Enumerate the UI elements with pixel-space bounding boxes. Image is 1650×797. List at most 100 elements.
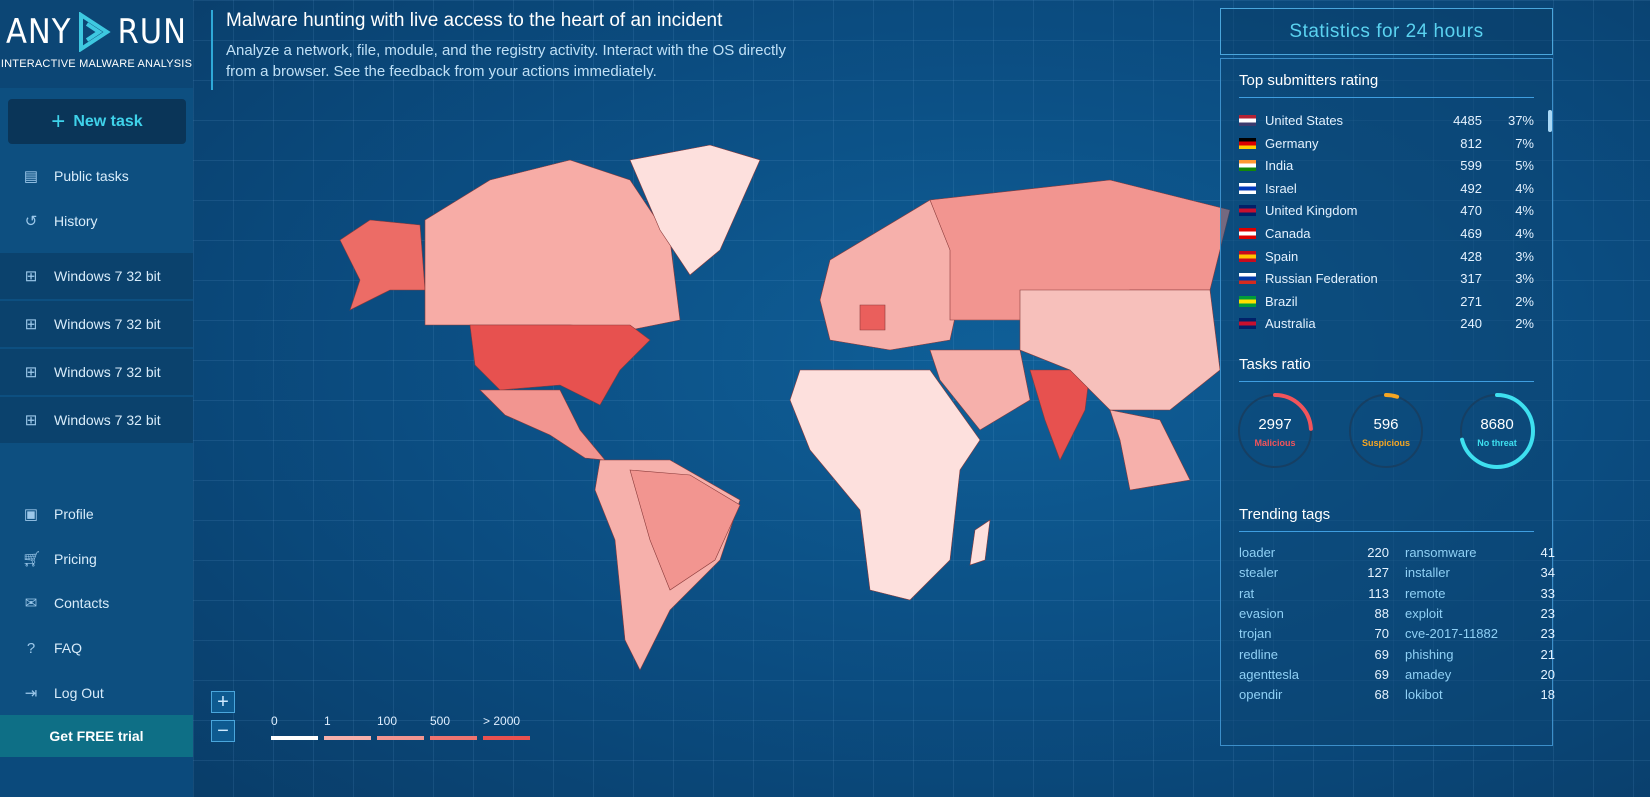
gauge-label: No threat xyxy=(1477,438,1517,448)
submitters-scrollbar[interactable] xyxy=(1548,110,1552,132)
submitter-row[interactable]: United States 4485 37% xyxy=(1239,113,1534,128)
count: 469 xyxy=(1460,226,1482,241)
count: 470 xyxy=(1460,203,1482,219)
submitter-row[interactable]: Spain 428 3% xyxy=(1239,249,1534,264)
map-legend: 0 1 100 500 > 2000 xyxy=(271,714,530,740)
statistics-title: Statistics for 24 hours xyxy=(1220,8,1553,55)
tag-name: loader xyxy=(1239,545,1276,560)
flag-icon xyxy=(1239,205,1256,217)
tag-item[interactable]: cve-2017-11882 23 xyxy=(1405,626,1555,641)
percent: 2% xyxy=(1515,293,1534,309)
tag-item[interactable]: exploit 23 xyxy=(1405,606,1555,621)
tag-item[interactable]: stealer 127 xyxy=(1239,565,1389,580)
ratio-gauge-no-threat: 8680 No threat xyxy=(1458,392,1536,475)
tag-name: amadey xyxy=(1405,666,1452,682)
env-windows-7-4[interactable]: ⊞ Windows 7 32 bit xyxy=(0,397,193,445)
country: Australia xyxy=(1265,316,1316,332)
world-map[interactable] xyxy=(330,140,1230,680)
country: India xyxy=(1265,158,1294,174)
tag-item[interactable]: loader 220 xyxy=(1239,545,1389,560)
label: Windows 7 32 bit xyxy=(54,316,161,332)
new-task-button[interactable]: + New task xyxy=(8,99,186,144)
submitter-row[interactable]: Russian Federation 317 3% xyxy=(1239,271,1534,286)
zoom-in-button[interactable]: + xyxy=(211,691,235,713)
logout-icon: ⇥ xyxy=(24,685,38,702)
flag-icon xyxy=(1239,228,1256,239)
tag-item[interactable]: installer 34 xyxy=(1405,565,1555,580)
tag-count: 70 xyxy=(1374,626,1389,642)
submitter-row[interactable]: Canada 469 4% xyxy=(1239,226,1534,241)
tag-name: remote xyxy=(1405,585,1446,601)
submitter-row[interactable]: India 599 5% xyxy=(1239,158,1534,173)
profile-icon: ▣ xyxy=(23,506,39,523)
help-icon: ? xyxy=(26,639,36,657)
tag-name: opendir xyxy=(1239,687,1283,703)
tag-item[interactable]: agenttesla 69 xyxy=(1239,667,1389,682)
tag-count: 41 xyxy=(1540,545,1555,560)
alaska xyxy=(339,219,426,311)
percent: 3% xyxy=(1515,248,1534,264)
tag-count: 127 xyxy=(1367,565,1389,581)
trending-tags-title: Trending tags xyxy=(1239,506,1331,523)
divider xyxy=(1239,531,1534,532)
play-logo-icon xyxy=(79,12,112,52)
count: 317 xyxy=(1460,271,1482,287)
tag-item[interactable]: trojan 70 xyxy=(1239,626,1389,641)
tag-count: 34 xyxy=(1540,565,1555,581)
tag-item[interactable]: opendir 68 xyxy=(1239,687,1389,702)
submitter-row[interactable]: Australia 240 2% xyxy=(1239,316,1534,331)
tag-item[interactable]: amadey 20 xyxy=(1405,667,1555,682)
legend-swatch xyxy=(483,736,530,740)
tag-item[interactable]: rat 113 xyxy=(1239,586,1389,601)
flag-icon xyxy=(1239,250,1256,262)
submitter-row[interactable]: United Kingdom 470 4% xyxy=(1239,203,1534,218)
env-windows-7-1[interactable]: ⊞ Windows 7 32 bit xyxy=(0,253,193,301)
env-windows-7-2[interactable]: ⊞ Windows 7 32 bit xyxy=(0,301,193,349)
tag-item[interactable]: redline 69 xyxy=(1239,647,1389,662)
country: Canada xyxy=(1265,226,1311,241)
gauge-label: Suspicious xyxy=(1361,438,1410,448)
sidebar-item-logout[interactable]: ⇥ Log Out xyxy=(0,671,193,715)
legend-item: > 2000 xyxy=(483,714,530,740)
tag-count: 21 xyxy=(1540,646,1555,662)
percent: 4% xyxy=(1515,203,1534,219)
percent: 5% xyxy=(1515,158,1534,174)
label: Profile xyxy=(54,506,94,522)
count: 812 xyxy=(1460,135,1482,151)
flag-icon xyxy=(1239,295,1256,307)
sidebar-item-pricing[interactable]: 🛒︎ Pricing xyxy=(0,537,193,581)
divider xyxy=(1239,97,1534,98)
africa xyxy=(789,369,981,601)
sidebar-item-profile[interactable]: ▣ Profile xyxy=(0,492,193,536)
tag-item[interactable]: ransomware 41 xyxy=(1405,545,1555,560)
get-free-trial-button[interactable]: Get FREE trial xyxy=(0,715,193,757)
tag-name: agenttesla xyxy=(1239,666,1299,682)
tag-item[interactable]: evasion 88 xyxy=(1239,606,1389,621)
submitter-row[interactable]: Germany 812 7% xyxy=(1239,136,1534,151)
percent: 3% xyxy=(1515,271,1534,287)
tag-item[interactable]: phishing 21 xyxy=(1405,647,1555,662)
flag-icon xyxy=(1239,160,1256,172)
flag-icon xyxy=(1239,137,1256,149)
tag-name: installer xyxy=(1405,565,1450,581)
tag-item[interactable]: remote 33 xyxy=(1405,586,1555,601)
logo[interactable]: ANY RUN INTERACTIVE MALWARE ANALYSIS xyxy=(0,0,193,88)
sidebar-item-faq[interactable]: ? FAQ xyxy=(0,626,193,670)
windows-icon: ⊞ xyxy=(24,412,38,429)
label: Contacts xyxy=(54,595,110,611)
env-windows-7-3[interactable]: ⊞ Windows 7 32 bit xyxy=(0,349,193,397)
label: Windows 7 32 bit xyxy=(54,268,161,284)
legend-item: 100 xyxy=(377,714,424,740)
submitter-row[interactable]: Brazil 271 2% xyxy=(1239,294,1534,309)
tag-count: 23 xyxy=(1540,626,1555,642)
submitter-row[interactable]: Israel 492 4% xyxy=(1239,181,1534,196)
sidebar-item-contacts[interactable]: ✉ Contacts xyxy=(0,581,193,625)
tasks-ratio-title: Tasks ratio xyxy=(1239,356,1311,373)
tag-item[interactable]: lokibot 18 xyxy=(1405,687,1555,702)
page-header: Malware hunting with live access to the … xyxy=(211,10,786,90)
legend-label: 100 xyxy=(377,714,398,728)
sidebar-item-history[interactable]: ↺ History xyxy=(0,199,193,243)
legend-label: > 2000 xyxy=(483,714,521,728)
zoom-out-button[interactable]: − xyxy=(211,720,235,742)
sidebar-item-public-tasks[interactable]: ▤ Public tasks xyxy=(0,154,193,198)
